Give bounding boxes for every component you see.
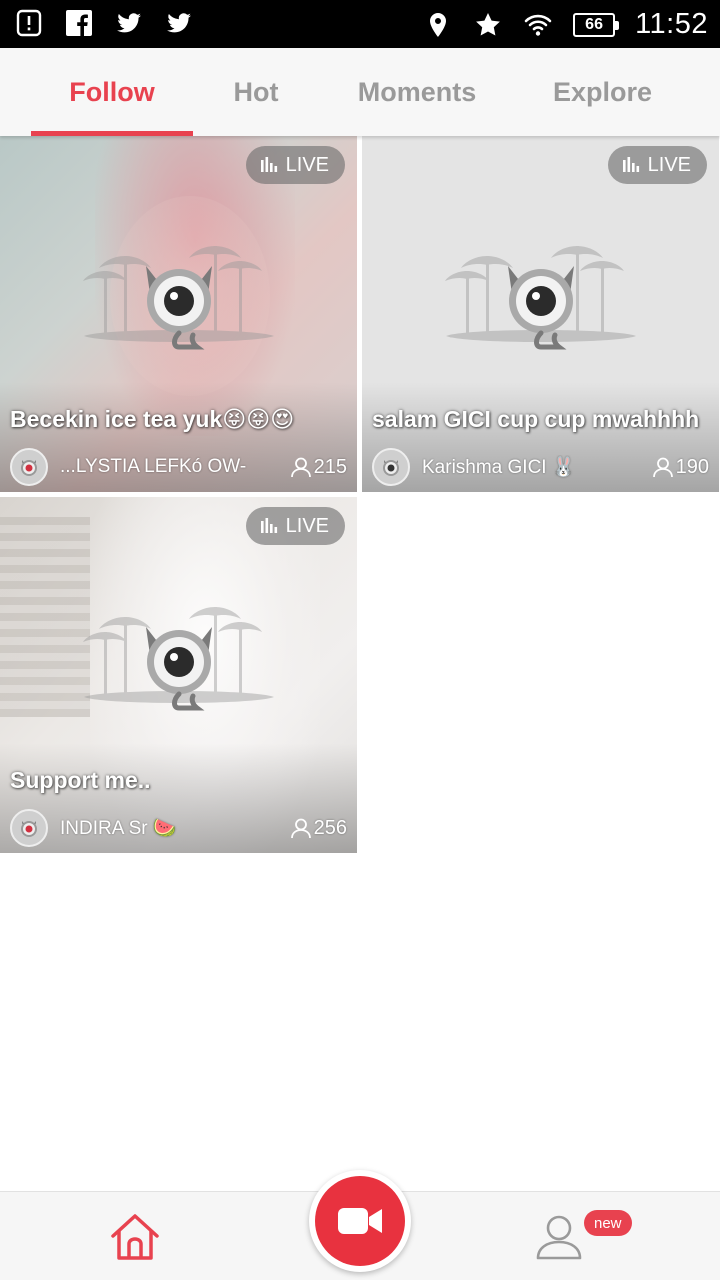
bars-icon (622, 157, 639, 172)
stream-card[interactable]: LIVE Becekin ice tea yuk😝😝😍 ...LYSTIA LE… (0, 136, 357, 492)
user-icon (652, 457, 673, 478)
bars-icon (260, 518, 277, 533)
bars-icon (260, 157, 277, 172)
new-badge: new (584, 1210, 632, 1236)
tab-bar: Follow Hot Moments Explore (0, 48, 720, 136)
card-footer: Karishma GICI 🐰 190 (372, 448, 709, 486)
tab-follow[interactable]: Follow (31, 48, 193, 136)
stream-title: Becekin ice tea yuk😝😝😍 (10, 406, 295, 432)
alert-icon (14, 8, 44, 38)
stream-title: Support me.. (10, 767, 151, 793)
record-button-inner (315, 1176, 405, 1266)
host-name: ...LYSTIA LEFKó OW- (60, 456, 247, 477)
location-icon (423, 10, 453, 40)
live-label: LIVE (285, 514, 329, 537)
avatar[interactable] (10, 448, 48, 486)
stream-title: salam GICI cup cup mwahhhh (372, 406, 700, 432)
host-name: Karishma GICI 🐰 (422, 457, 576, 478)
wifi-icon (523, 10, 553, 40)
user-icon (290, 457, 311, 478)
camera-placeholder-icon (82, 607, 274, 711)
stream-card[interactable]: LIVE salam GICI cup cup mwahhhh Karishma… (362, 136, 719, 492)
card-footer: ...LYSTIA LEFKó OW- 215 (10, 448, 347, 486)
viewer-count: 190 (652, 456, 709, 479)
go-live-button[interactable] (309, 1170, 411, 1272)
video-camera-icon (338, 1208, 382, 1234)
live-badge: LIVE (245, 146, 345, 184)
viewer-count-value: 256 (313, 816, 347, 839)
viewer-count: 256 (290, 817, 347, 840)
camera-placeholder-icon (444, 246, 636, 350)
avatar[interactable] (10, 809, 48, 847)
tab-moments[interactable]: Moments (336, 48, 498, 136)
card-footer: INDIRA Sr 🍉 256 (10, 809, 347, 847)
viewer-count-value: 215 (313, 455, 347, 478)
twitter-icon (114, 8, 144, 38)
camera-placeholder-icon (82, 246, 274, 350)
stream-card[interactable]: LIVE Support me.. INDIRA Sr 🍉 256 (0, 497, 357, 853)
user-icon (290, 818, 311, 839)
active-tab-indicator (31, 131, 193, 136)
viewer-count: 215 (290, 456, 347, 479)
live-label: LIVE (647, 153, 691, 176)
live-badge: LIVE (245, 507, 345, 545)
user-icon[interactable] (532, 1212, 586, 1262)
facebook-icon (64, 8, 94, 38)
battery-icon: 66 (573, 12, 620, 37)
host-name: INDIRA Sr 🍉 (60, 818, 177, 839)
home-icon[interactable] (108, 1212, 162, 1262)
avatar[interactable] (372, 448, 410, 486)
live-label: LIVE (285, 153, 329, 176)
star-icon (473, 10, 503, 40)
clock: 11:52 (635, 8, 708, 40)
status-bar: 66 11:52 (0, 0, 720, 48)
tab-hot[interactable]: Hot (196, 48, 316, 136)
twitter-icon (164, 8, 194, 38)
tab-explore[interactable]: Explore (520, 48, 685, 136)
live-badge: LIVE (607, 146, 707, 184)
viewer-count-value: 190 (675, 455, 709, 478)
